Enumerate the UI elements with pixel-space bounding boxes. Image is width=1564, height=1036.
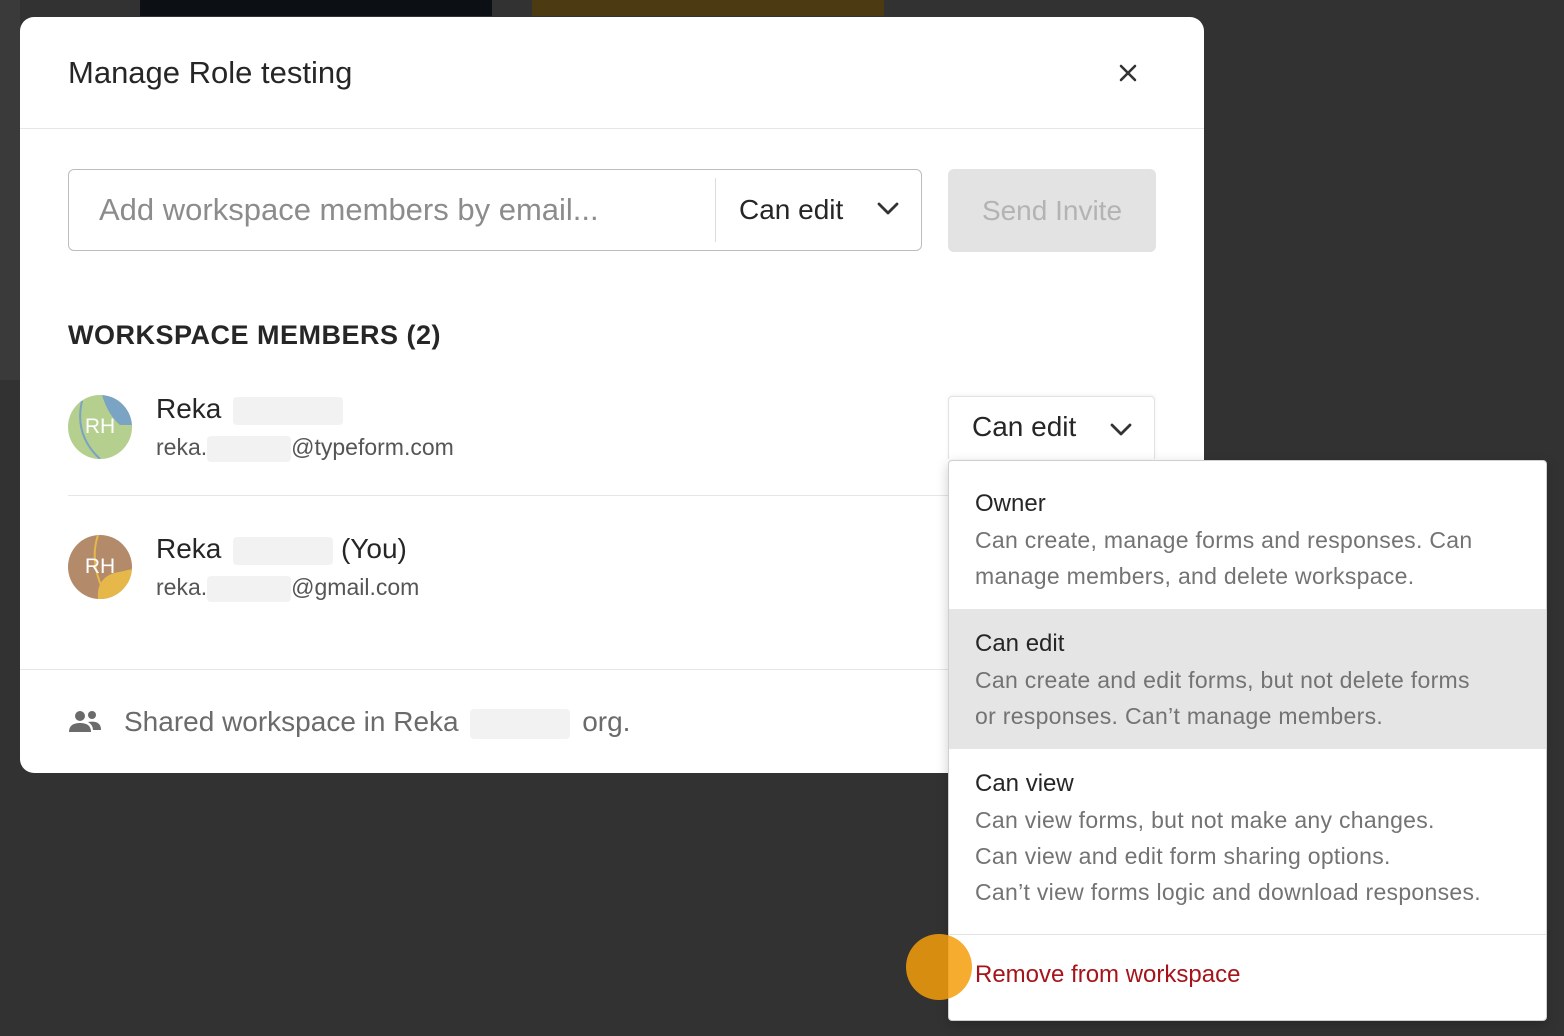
- member-name: Reka (You): [156, 533, 407, 565]
- member-first-name: Reka: [156, 393, 222, 424]
- invite-role-select[interactable]: Can edit: [716, 170, 921, 249]
- role-option-desc: or responses. Can’t manage members.: [975, 703, 1384, 729]
- role-option-desc: Can’t view forms logic and download resp…: [975, 879, 1481, 905]
- role-option-desc: Can create, manage forms and responses. …: [975, 527, 1473, 553]
- member-email: reka. @typeform.com: [156, 434, 454, 462]
- member-first-name: Reka: [156, 533, 222, 564]
- role-option-title: Can edit: [975, 630, 1065, 657]
- background-card-dark: [140, 0, 492, 16]
- avatar-initials: RH: [84, 555, 116, 578]
- member-name: Reka: [156, 393, 344, 425]
- footer-text-after: org.: [582, 706, 631, 737]
- redacted-email: [207, 575, 292, 602]
- close-button[interactable]: [1112, 57, 1144, 89]
- click-indicator: [906, 934, 972, 1000]
- member-email-prefix: reka.: [156, 434, 208, 460]
- invite-field-group: Can edit: [68, 169, 922, 251]
- role-option-title: Can view: [975, 770, 1074, 797]
- redacted-org: [470, 708, 571, 739]
- redacted-email: [207, 435, 292, 462]
- invite-role-label: Can edit: [739, 193, 844, 225]
- member-role-label: Can edit: [972, 411, 1077, 442]
- avatar: RH: [68, 395, 132, 459]
- member-you-label: (You): [340, 533, 407, 564]
- remove-from-workspace-option[interactable]: Remove from workspace: [975, 961, 1240, 989]
- background-panel: [0, 0, 20, 380]
- role-option-title: Owner: [975, 490, 1046, 517]
- people-icon: [69, 711, 101, 732]
- member-email-domain: @typeform.com: [291, 434, 454, 460]
- chevron-down-icon: [1110, 423, 1132, 436]
- invite-email-input[interactable]: [69, 170, 715, 249]
- close-icon: [1119, 64, 1137, 82]
- modal-header: Manage Role testing: [20, 17, 1204, 129]
- redacted-surname: [233, 536, 334, 565]
- workspace-org-text: Shared workspace in Reka org.: [124, 706, 630, 739]
- member-email-prefix: reka.: [156, 574, 208, 600]
- send-invite-button[interactable]: Send Invite: [948, 169, 1156, 252]
- workspace-members-heading: WORKSPACE MEMBERS (2): [68, 320, 442, 350]
- chevron-down-icon: [877, 202, 899, 215]
- modal-title: Manage Role testing: [68, 55, 353, 90]
- role-option-can-edit[interactable]: Can edit Can create and edit forms, but …: [949, 609, 1546, 749]
- footer-text-before: Shared workspace in Reka: [124, 706, 459, 737]
- role-option-desc: Can view and edit form sharing options.: [975, 843, 1391, 869]
- avatar-initials: RH: [84, 415, 116, 438]
- member-role-select[interactable]: Can edit: [948, 396, 1155, 459]
- role-option-desc: Can view forms, but not make any changes…: [975, 807, 1435, 833]
- role-option-desc: Can create and edit forms, but not delet…: [975, 667, 1470, 693]
- background-card-gold: [532, 0, 884, 16]
- role-option-can-view[interactable]: Can view Can view forms, but not make an…: [949, 749, 1546, 935]
- avatar: RH: [68, 535, 132, 599]
- role-option-desc: manage members, and delete workspace.: [975, 563, 1415, 589]
- redacted-surname: [233, 396, 344, 425]
- member-email: reka. @gmail.com: [156, 574, 419, 602]
- member-email-domain: @gmail.com: [291, 574, 420, 600]
- role-option-owner[interactable]: Owner Can create, manage forms and respo…: [949, 461, 1546, 609]
- role-dropdown-menu: Owner Can create, manage forms and respo…: [948, 460, 1547, 1021]
